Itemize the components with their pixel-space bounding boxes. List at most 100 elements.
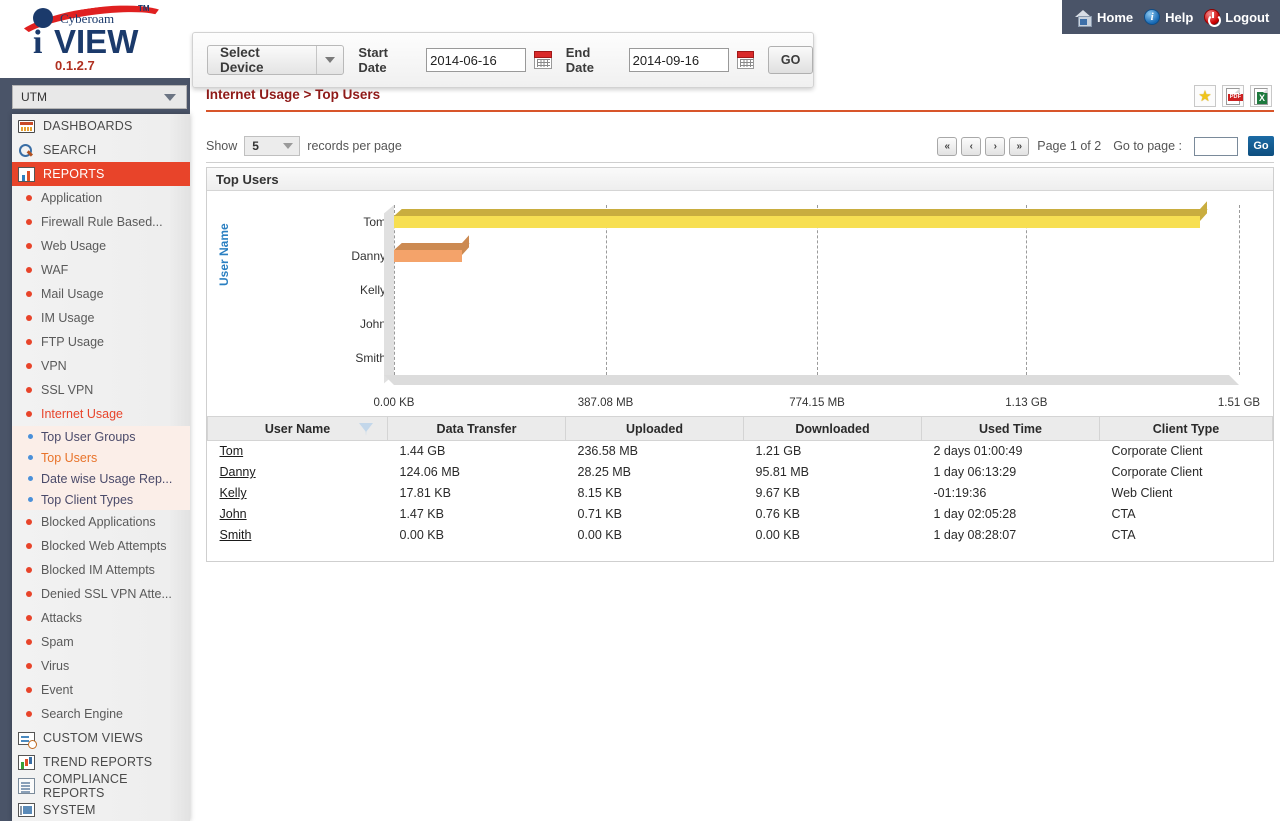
top-users-bar-chart: User Name TomDannyKellyJohnSmith 0.00 KB…: [207, 191, 1273, 438]
chart-x-tick-label: 387.08 MB: [578, 397, 634, 409]
sidebar-item-top-users-label: Top Users: [41, 451, 97, 465]
sidebar-item-im-usage[interactable]: IM Usage: [12, 306, 190, 330]
user-name-link[interactable]: Tom: [220, 444, 244, 458]
records-per-page-select[interactable]: 5: [244, 136, 300, 156]
next-page-button[interactable]: ›: [985, 137, 1005, 156]
start-date-input[interactable]: [426, 48, 526, 72]
sidebar-item-trend-reports-label: TREND REPORTS: [43, 755, 152, 769]
column-header-uploaded[interactable]: Uploaded: [566, 417, 744, 441]
sidebar-item-vpn[interactable]: VPN: [12, 354, 190, 378]
goto-page-input[interactable]: [1194, 137, 1238, 156]
user-name-link[interactable]: John: [220, 507, 247, 521]
chart-category-label: Smith: [334, 351, 386, 365]
end-date-input[interactable]: [629, 48, 729, 72]
select-device-dropdown-toggle[interactable]: [316, 46, 343, 74]
sidebar-item-event[interactable]: Event: [12, 678, 190, 702]
sidebar-item-search-engine-label: Search Engine: [41, 707, 123, 721]
column-header-client-type[interactable]: Client Type: [1100, 417, 1273, 441]
prev-page-button[interactable]: ‹: [961, 137, 981, 156]
sidebar-item-spam[interactable]: Spam: [12, 630, 190, 654]
breadcrumb: Internet Usage > Top Users: [206, 87, 380, 102]
cell-user-name[interactable]: Kelly: [208, 483, 388, 504]
sidebar-item-application[interactable]: Application: [12, 186, 190, 210]
sidebar-item-attacks[interactable]: Attacks: [12, 606, 190, 630]
filter-funnel-icon[interactable]: [359, 423, 373, 432]
sidebar-item-mail-usage[interactable]: Mail Usage: [12, 282, 190, 306]
sidebar-item-trend-reports[interactable]: TREND REPORTS: [12, 750, 190, 774]
sidebar-item-virus[interactable]: Virus: [12, 654, 190, 678]
sidebar-item-waf[interactable]: WAF: [12, 258, 190, 282]
app-logo[interactable]: i VIEW Cyberoam TM 0.1.2.7: [0, 0, 190, 82]
chart-y-axis-line: [394, 205, 395, 375]
cell-user-name[interactable]: Tom: [208, 441, 388, 462]
end-date-calendar-icon[interactable]: [737, 51, 755, 69]
cell-downloaded: 9.67 KB: [744, 483, 922, 504]
logout-nav-button[interactable]: Logout: [1201, 9, 1272, 25]
home-nav-button[interactable]: Home: [1072, 10, 1136, 25]
home-nav-label: Home: [1097, 10, 1133, 25]
column-header-used-time[interactable]: Used Time: [922, 417, 1100, 441]
first-page-button[interactable]: «: [937, 137, 957, 156]
sidebar-item-search-engine[interactable]: Search Engine: [12, 702, 190, 726]
help-nav-button[interactable]: i Help: [1141, 9, 1196, 25]
column-header-user-name[interactable]: User Name: [208, 417, 388, 441]
user-name-link[interactable]: Danny: [220, 465, 256, 479]
sidebar-item-web-usage-label: Web Usage: [41, 239, 106, 253]
chart-bar-top-face: [394, 243, 470, 250]
bullet-icon: [28, 476, 33, 481]
bullet-icon: [26, 411, 32, 417]
cell-data-transfer: 17.81 KB: [388, 483, 566, 504]
select-device-button[interactable]: Select Device: [207, 45, 344, 75]
sidebar-item-ssl-vpn[interactable]: SSL VPN: [12, 378, 190, 402]
go-button[interactable]: GO: [768, 46, 813, 74]
favorite-button[interactable]: ★: [1194, 85, 1216, 107]
sidebar-item-im-usage-label: IM Usage: [41, 311, 95, 325]
dashboard-icon: [18, 120, 35, 133]
cell-user-name[interactable]: John: [208, 504, 388, 525]
last-page-button[interactable]: »: [1009, 137, 1029, 156]
sidebar-item-internet-usage[interactable]: Internet Usage: [12, 402, 190, 426]
start-date-calendar-icon[interactable]: [534, 51, 552, 69]
pdf-export-button[interactable]: PDF: [1222, 85, 1244, 107]
chart-category-label: Kelly: [334, 283, 386, 297]
sidebar-item-dashboards[interactable]: DASHBOARDS: [12, 114, 190, 138]
sidebar-item-custom-views[interactable]: CUSTOM VIEWS: [12, 726, 190, 750]
excel-export-icon: X: [1254, 88, 1268, 105]
sidebar-item-top-client-types[interactable]: Top Client Types: [12, 489, 190, 510]
sidebar-item-reports-label: REPORTS: [43, 167, 105, 181]
user-name-link[interactable]: Smith: [220, 528, 252, 542]
sidebar-item-compliance-reports[interactable]: COMPLIANCE REPORTS: [12, 774, 190, 798]
column-header-data-transfer[interactable]: Data Transfer: [388, 417, 566, 441]
chart-x-tick-label: 774.15 MB: [789, 397, 845, 409]
sidebar-item-blocked-web-attempts[interactable]: Blocked Web Attempts: [12, 534, 190, 558]
sidebar-item-firewall-rule-based-label: Firewall Rule Based...: [41, 215, 163, 229]
user-name-link[interactable]: Kelly: [220, 486, 247, 500]
sidebar-item-denied-ssl-vpn-attempts[interactable]: Denied SSL VPN Atte...: [12, 582, 190, 606]
sidebar-item-reports[interactable]: REPORTS: [12, 162, 190, 186]
sidebar-item-top-users[interactable]: Top Users: [12, 447, 190, 468]
sidebar-item-ftp-usage[interactable]: FTP Usage: [12, 330, 190, 354]
home-icon: [1075, 10, 1092, 25]
cell-data-transfer: 124.06 MB: [388, 462, 566, 483]
cell-data-transfer: 0.00 KB: [388, 525, 566, 546]
device-type-select[interactable]: UTM: [12, 85, 187, 109]
chevron-down-icon: [283, 143, 293, 149]
sidebar-item-search-label: SEARCH: [43, 143, 96, 157]
column-header-downloaded[interactable]: Downloaded: [744, 417, 922, 441]
sidebar-item-blocked-im-attempts[interactable]: Blocked IM Attempts: [12, 558, 190, 582]
sidebar-item-custom-views-label: CUSTOM VIEWS: [43, 731, 143, 745]
sidebar-item-date-wise-usage[interactable]: Date wise Usage Rep...: [12, 468, 190, 489]
chart-bar[interactable]: [394, 216, 1200, 228]
sidebar-item-system[interactable]: SYSTEM: [12, 798, 190, 821]
cell-client-type: CTA: [1100, 525, 1273, 546]
goto-page-go-button[interactable]: Go: [1248, 136, 1274, 156]
cell-user-name[interactable]: Smith: [208, 525, 388, 546]
sidebar-item-blocked-applications[interactable]: Blocked Applications: [12, 510, 190, 534]
sidebar-item-search[interactable]: SEARCH: [12, 138, 190, 162]
sidebar-item-top-user-groups[interactable]: Top User Groups: [12, 426, 190, 447]
chart-bar[interactable]: [394, 250, 462, 262]
sidebar-item-firewall-rule-based[interactable]: Firewall Rule Based...: [12, 210, 190, 234]
cell-user-name[interactable]: Danny: [208, 462, 388, 483]
sidebar-item-web-usage[interactable]: Web Usage: [12, 234, 190, 258]
excel-export-button[interactable]: X: [1250, 85, 1272, 107]
